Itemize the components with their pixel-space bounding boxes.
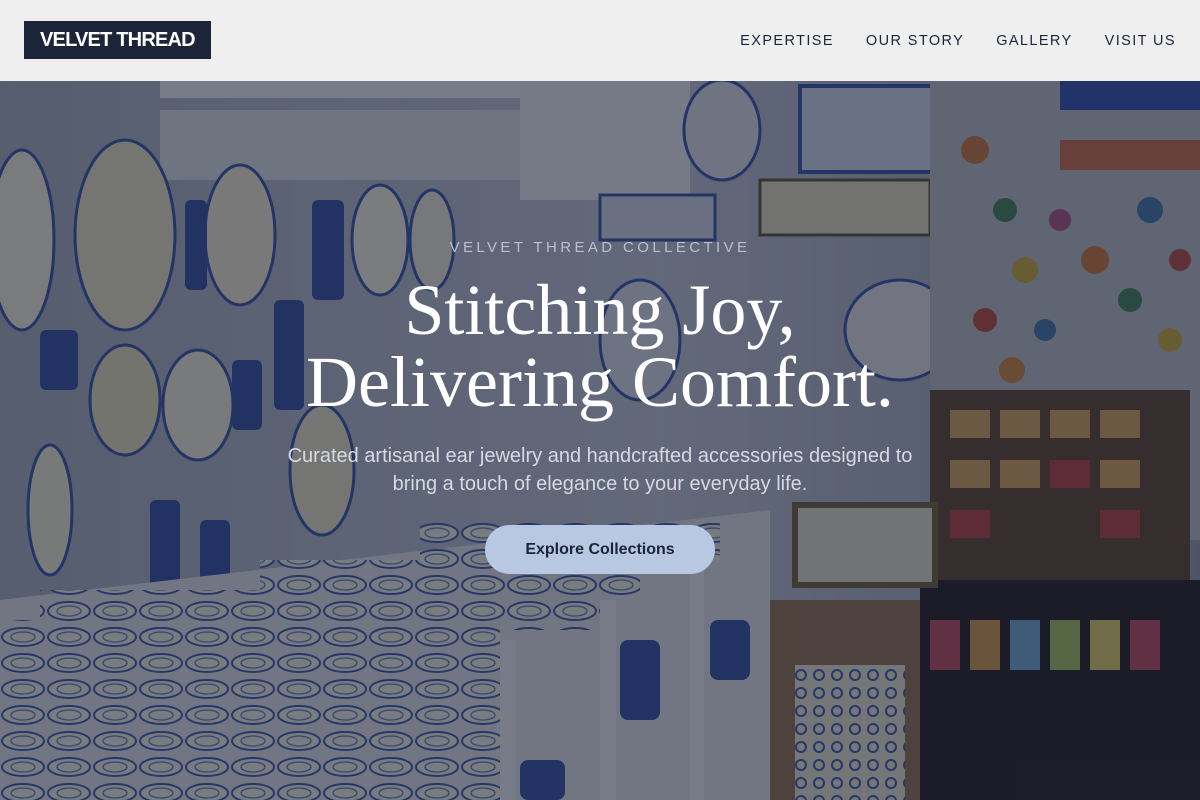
nav-link-visit-us[interactable]: VISIT US — [1105, 33, 1176, 49]
explore-collections-button[interactable]: Explore Collections — [485, 525, 715, 574]
landing-page: VELVET THREAD EXPERTISE OUR STORY GALLER… — [0, 0, 1200, 800]
nav-link-expertise[interactable]: EXPERTISE — [740, 33, 834, 49]
hero-section: VELVET THREAD COLLECTIVE Stitching Joy, … — [0, 0, 1200, 800]
hero-headline-line-2: Delivering Comfort. — [306, 342, 894, 422]
hero-eyebrow: VELVET THREAD COLLECTIVE — [449, 239, 751, 256]
hero-headline: Stitching Joy, Delivering Comfort. — [0, 274, 1200, 418]
nav-link-our-story[interactable]: OUR STORY — [866, 33, 964, 49]
nav-link-gallery[interactable]: GALLERY — [996, 33, 1072, 49]
hero-headline-line-1: Stitching Joy, — [404, 270, 796, 350]
site-header: VELVET THREAD EXPERTISE OUR STORY GALLER… — [0, 0, 1200, 81]
site-logo[interactable]: VELVET THREAD — [24, 21, 211, 59]
main-nav: EXPERTISE OUR STORY GALLERY VISIT US — [740, 0, 1176, 81]
hero-subheadline: Curated artisanal ear jewelry and handcr… — [287, 445, 913, 495]
